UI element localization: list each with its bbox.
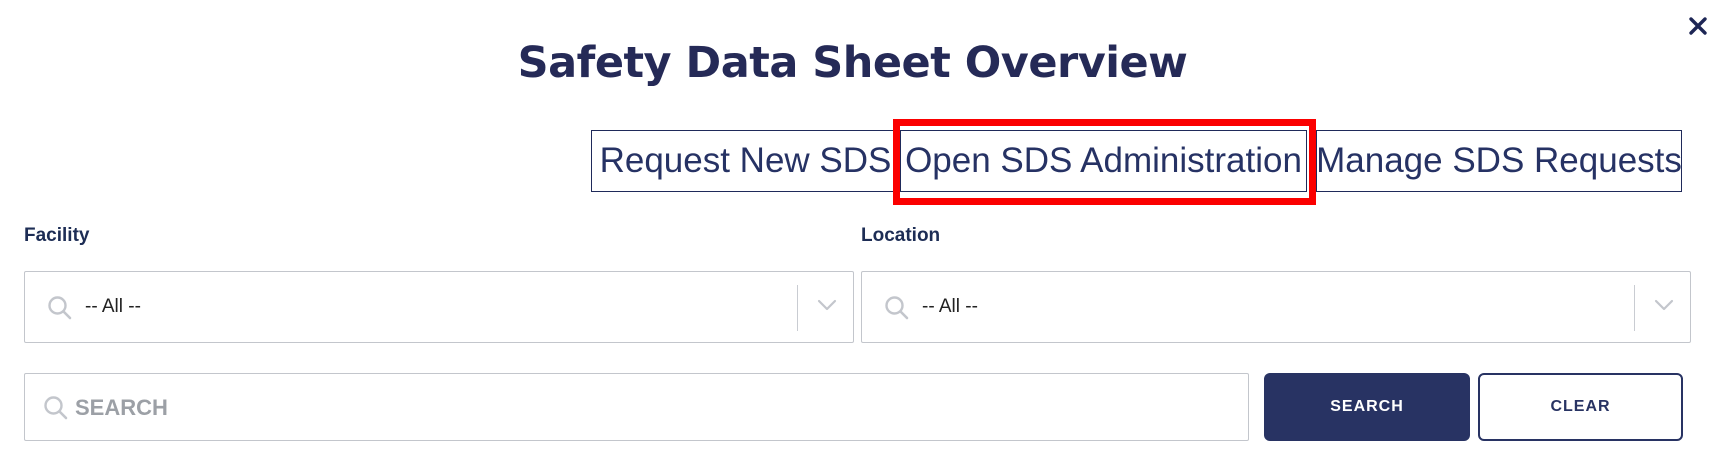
clear-button[interactable]: CLEAR <box>1478 373 1683 441</box>
facility-label: Facility <box>24 225 90 246</box>
chevron-down-icon[interactable] <box>816 298 838 312</box>
search-field <box>24 373 1249 441</box>
sds-overview-dialog: Safety Data Sheet Overview Request New S… <box>0 0 1720 465</box>
search-icon <box>44 396 68 420</box>
location-selected-value: -- All -- <box>922 296 978 317</box>
select-divider <box>1633 285 1635 331</box>
manage-sds-requests-button[interactable]: Manage SDS Requests <box>1316 130 1682 192</box>
close-icon <box>1689 17 1707 35</box>
close-button[interactable] <box>1684 12 1712 40</box>
chevron-down-icon[interactable] <box>1653 298 1675 312</box>
select-divider <box>796 285 798 331</box>
location-label: Location <box>861 225 941 246</box>
facility-selected-value: -- All -- <box>85 296 141 317</box>
search-icon <box>885 296 909 320</box>
open-sds-administration-button[interactable]: Open SDS Administration <box>900 130 1307 192</box>
request-new-sds-button[interactable]: Request New SDS <box>591 130 900 192</box>
search-input[interactable] <box>75 388 1225 428</box>
search-button[interactable]: SEARCH <box>1264 373 1470 441</box>
page-title: Safety Data Sheet Overview <box>517 38 1188 88</box>
search-icon <box>48 296 72 320</box>
location-select[interactable]: -- All -- <box>861 271 1691 343</box>
facility-select[interactable]: -- All -- <box>24 271 854 343</box>
